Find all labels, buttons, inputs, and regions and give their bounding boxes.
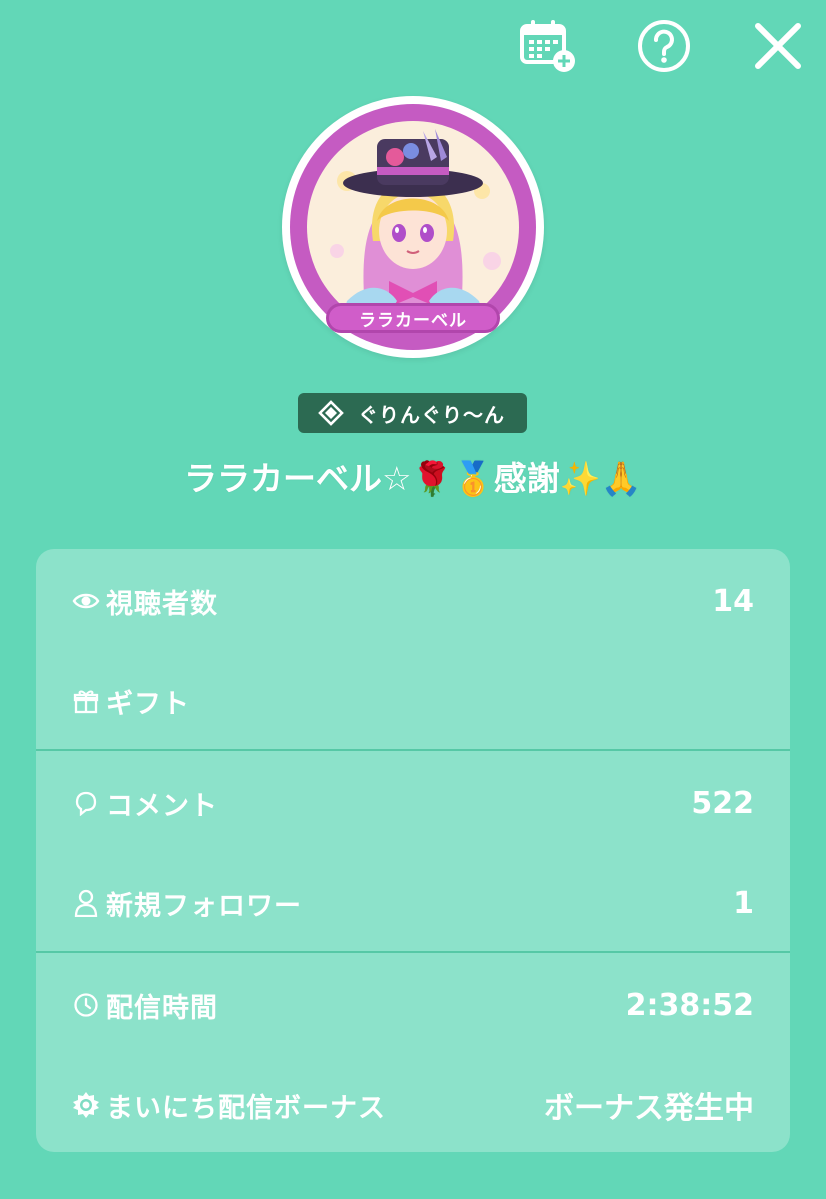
eye-icon <box>72 590 100 612</box>
clock-icon <box>72 992 100 1018</box>
stat-label: 視聴者数 <box>106 588 218 620</box>
stat-row-followers: 新規フォロワー 1 <box>36 873 790 933</box>
gift-icon <box>72 688 100 714</box>
stat-label: ギフト <box>106 688 190 720</box>
stat-label: まいにち配信ボーナス <box>106 1092 386 1124</box>
stat-value: 1 <box>733 885 754 921</box>
stats-section: 視聴者数 14 ギフト <box>36 549 790 749</box>
close-icon <box>755 23 801 69</box>
stat-value: 522 <box>691 785 754 821</box>
close-button[interactable] <box>748 16 808 76</box>
help-button[interactable] <box>634 16 694 76</box>
calendar-plus-icon <box>520 20 575 72</box>
stat-label: コメント <box>106 790 218 822</box>
avatar-name-banner: ララカーベル <box>326 303 500 333</box>
person-icon <box>72 889 100 917</box>
stat-row-comments: コメント 522 <box>36 773 790 833</box>
stat-label: 配信時間 <box>106 992 218 1024</box>
stat-label: 新規フォロワー <box>106 890 302 922</box>
diamond-icon <box>318 400 344 426</box>
comment-icon <box>72 790 100 816</box>
stat-row-viewers: 視聴者数 14 <box>36 571 790 631</box>
avatar-image <box>307 121 519 333</box>
stat-value: 14 <box>712 583 754 619</box>
schedule-button[interactable] <box>518 16 578 76</box>
stat-row-daily-bonus: まいにち配信ボーナス ボーナス発生中 <box>36 1075 790 1135</box>
stats-section: 配信時間 2:38:52 まいにち配信ボーナス ボーナス発生中 <box>36 953 790 1152</box>
stat-value: 2:38:52 <box>625 987 754 1023</box>
sun-badge-icon <box>72 1091 100 1119</box>
stat-row-duration: 配信時間 2:38:52 <box>36 975 790 1035</box>
stats-section: コメント 522 新規フォロワー 1 <box>36 751 790 951</box>
stats-panel: 視聴者数 14 ギフト コメント 522 新規フォロワー 1 配信時間 2:38… <box>36 549 790 1152</box>
badge-label: ぐりんぐり〜ん <box>358 402 505 427</box>
stat-row-gifts: ギフト <box>36 671 790 731</box>
question-circle-icon <box>638 20 690 72</box>
stat-value: ボーナス発生中 <box>544 1091 754 1126</box>
community-badge[interactable]: ぐりんぐり〜ん <box>298 393 527 433</box>
stream-title: ララカーベル☆🌹🥇感謝✨🙏 <box>184 459 642 498</box>
